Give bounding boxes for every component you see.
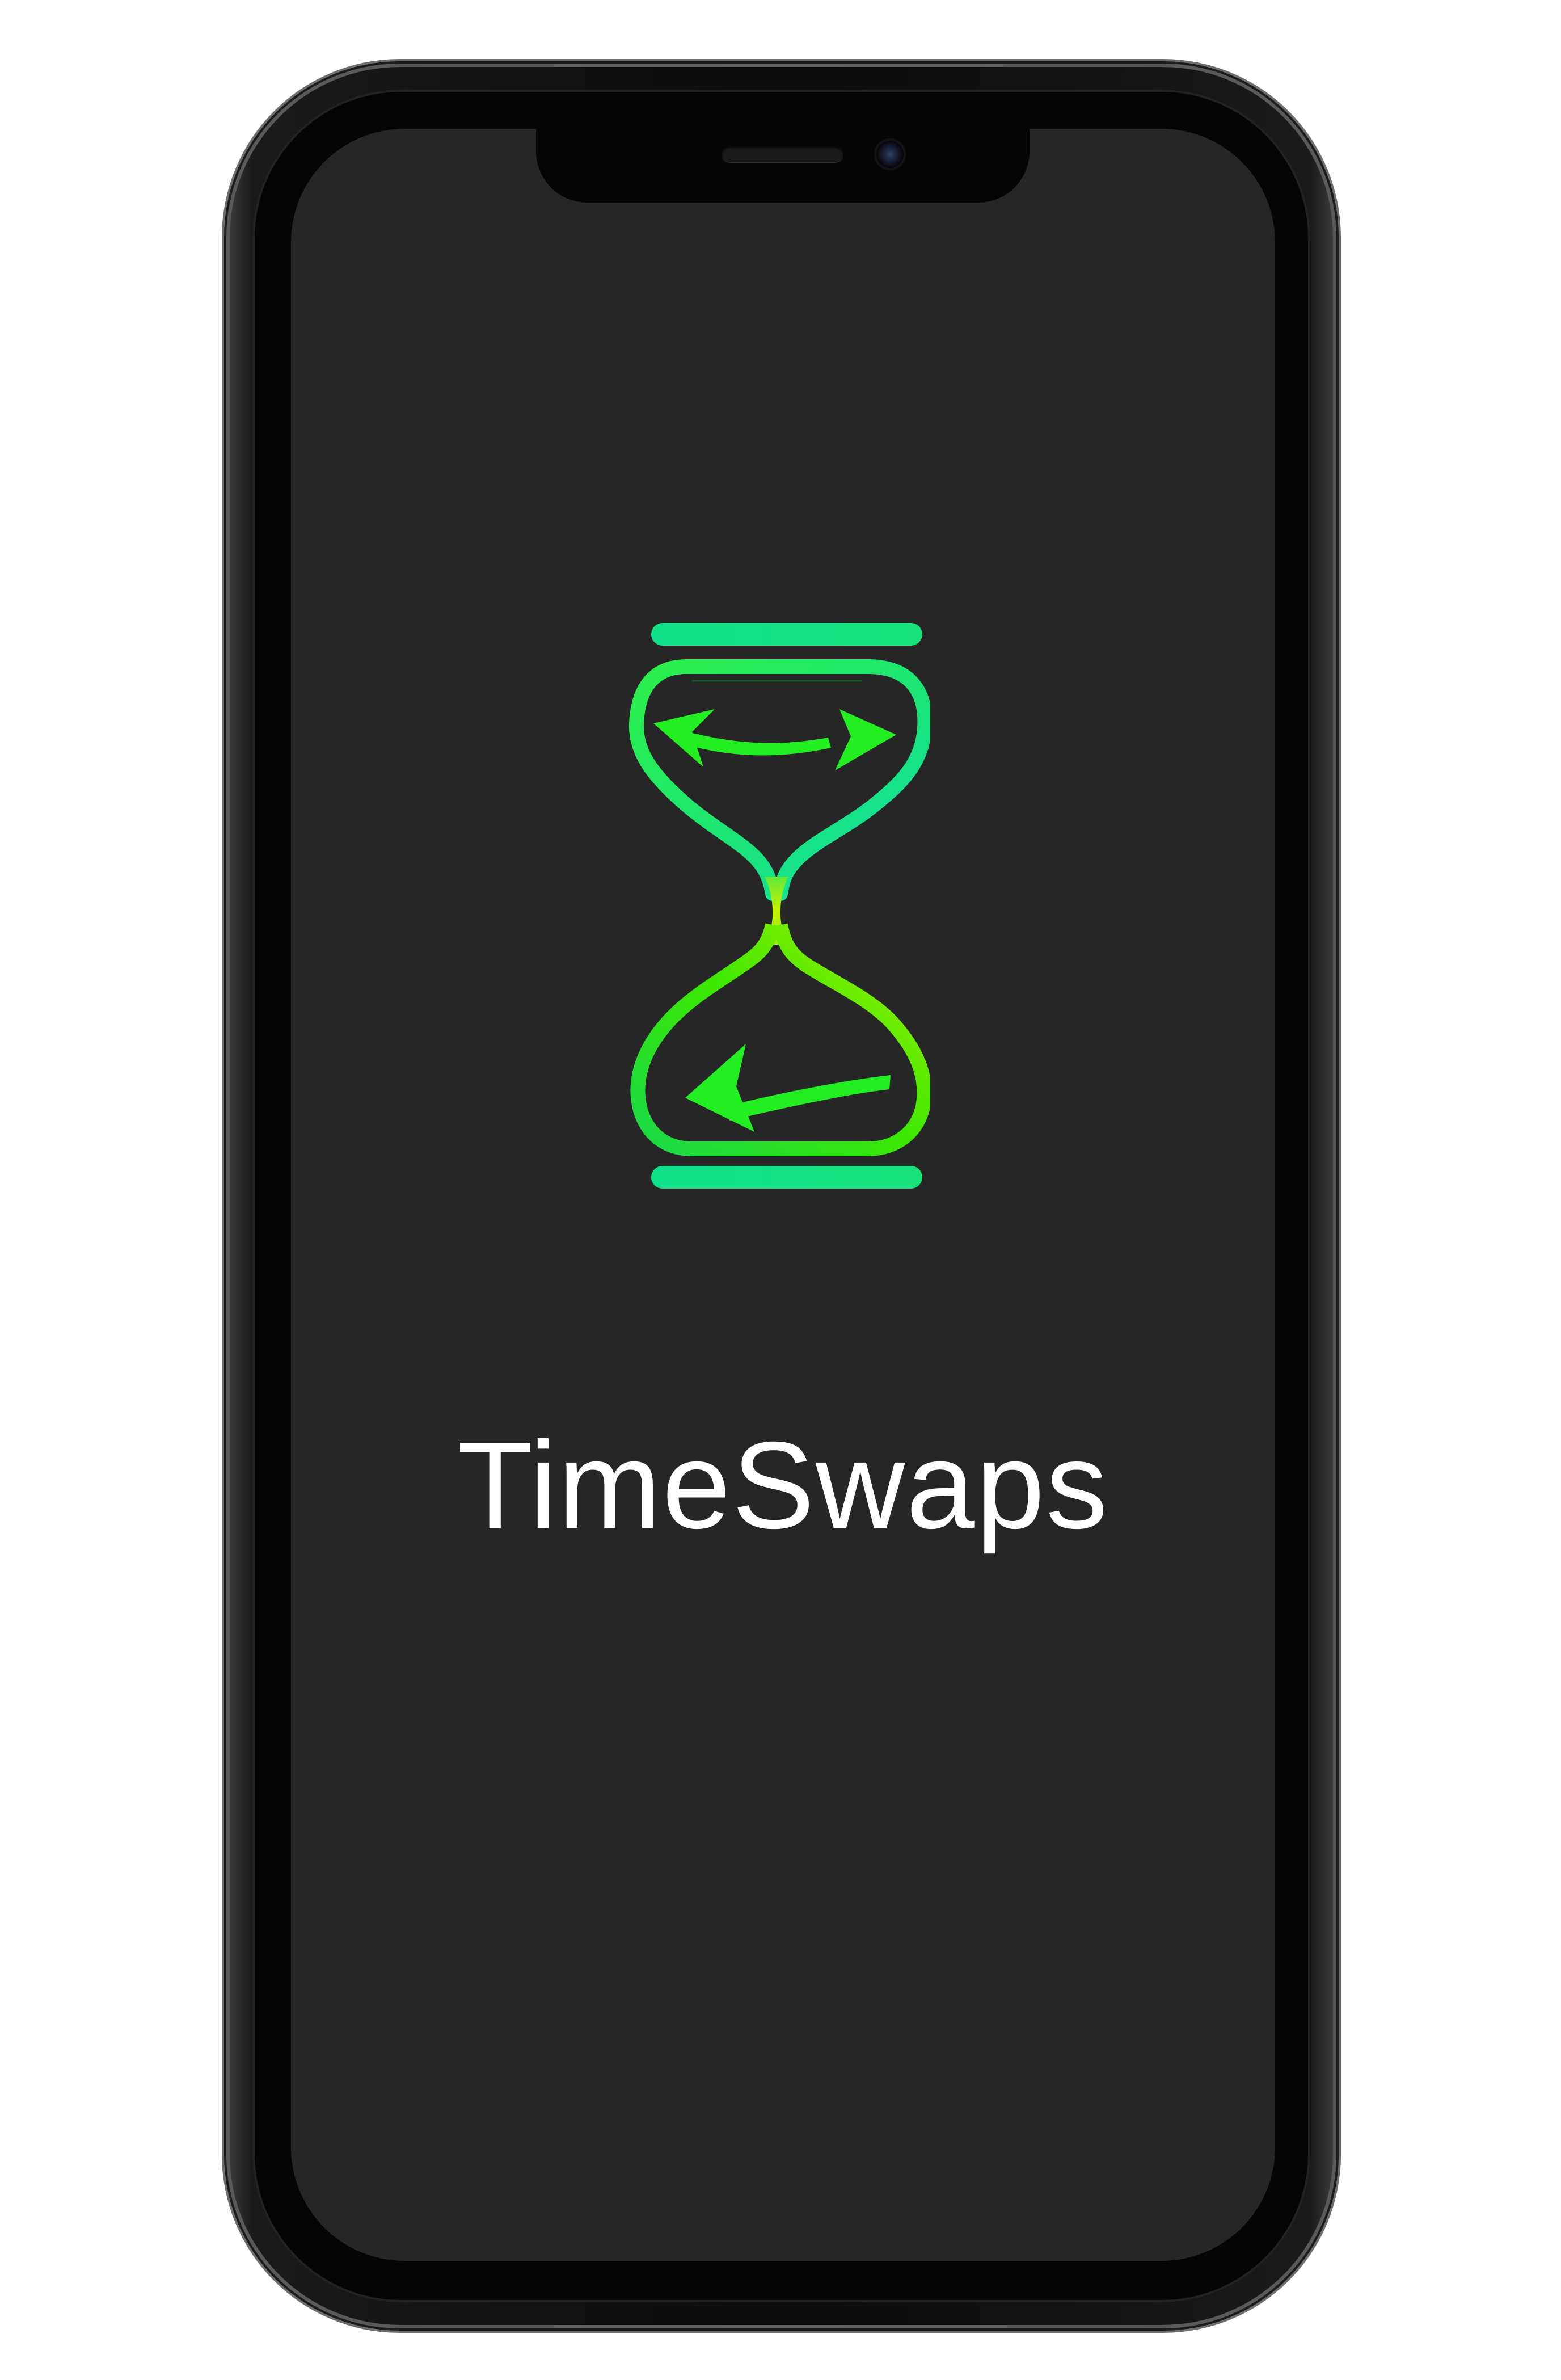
hourglass-swap-arrows-icon — [628, 623, 930, 1189]
front-camera — [876, 141, 904, 168]
app-name: TimeSwaps — [457, 1417, 1109, 1555]
notch — [536, 129, 1030, 203]
hourglass-top-bar — [651, 623, 922, 646]
earpiece-speaker — [722, 146, 843, 162]
hourglass-bottom-bar — [651, 1166, 922, 1189]
hourglass-bottom-bulb — [630, 923, 930, 1156]
stage: TimeSwaps — [0, 0, 1561, 2380]
swap-arrows-icon — [653, 709, 896, 770]
hourglass-top-bulb — [628, 659, 930, 901]
return-arrow-icon — [685, 1044, 891, 1132]
